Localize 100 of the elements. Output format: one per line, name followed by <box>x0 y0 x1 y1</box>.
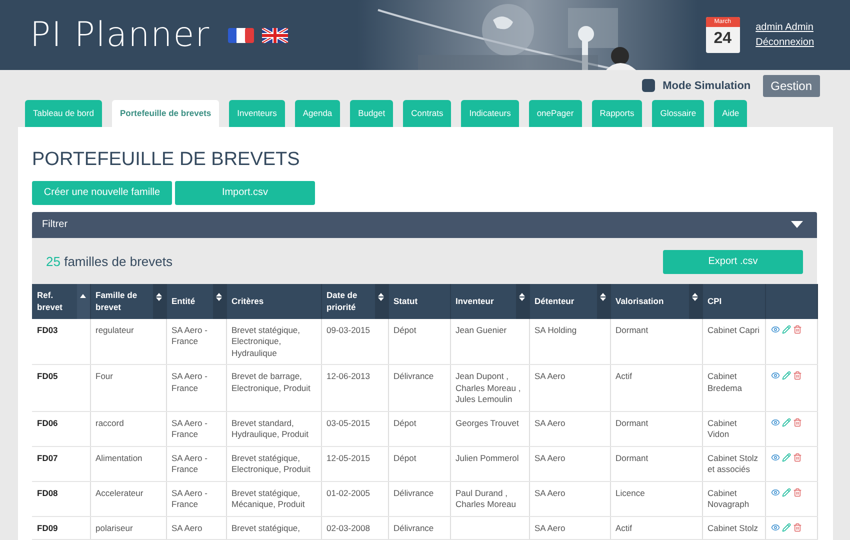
nav-tab[interactable]: Indicateurs <box>461 100 519 126</box>
table-cell: 12-05-2015 <box>321 446 388 481</box>
table-cell: Alimentation <box>90 446 166 481</box>
sort-icon[interactable] <box>216 292 222 300</box>
column-header[interactable]: Date de priorité <box>321 284 388 318</box>
table-cell: Licence <box>610 481 702 516</box>
sort-icon[interactable] <box>692 292 698 300</box>
edit-icon[interactable] <box>782 324 790 334</box>
gestion-button[interactable]: Gestion <box>762 74 820 97</box>
column-header[interactable]: Entité <box>166 284 226 318</box>
table-cell: SA Aero <box>166 516 226 540</box>
table-cell: polariseur <box>90 516 166 540</box>
table-cell: SA Aero -France <box>166 364 226 411</box>
table-cell: Four <box>90 364 166 411</box>
nav-tab[interactable]: Budget <box>350 100 394 126</box>
french-flag-icon[interactable] <box>228 28 254 42</box>
filter-bar[interactable]: Filtrer <box>32 212 817 238</box>
table-cell: 03-05-2015 <box>321 411 388 446</box>
sort-icon[interactable] <box>519 292 525 300</box>
sort-icon[interactable] <box>156 292 162 300</box>
table-cell: Actif <box>610 516 702 540</box>
filter-label: Filtrer <box>42 219 68 230</box>
column-header: Statut <box>388 284 450 318</box>
table-cell: Brevet statégique, Electronique, Produit <box>226 446 321 481</box>
page-title: PORTEFEUILLE DE BREVETS <box>32 148 301 170</box>
nav-tab[interactable]: Contrats <box>403 100 452 126</box>
table-cell: Brevet standard, Hydraulique, Produit <box>226 411 321 446</box>
table-cell: Brevet statégique, Electronique, Hydraulique <box>226 318 321 364</box>
table-cell: Dépot <box>388 446 450 481</box>
export-button[interactable]: Export .csv <box>663 250 803 274</box>
delete-icon[interactable] <box>792 522 802 532</box>
simulation-checkbox[interactable] <box>642 79 655 92</box>
sort-icon[interactable] <box>378 292 384 300</box>
column-header[interactable]: Inventeur <box>450 284 529 318</box>
table-cell: regulateur <box>90 318 166 364</box>
table-cell: Brevet statégique, Mécanique, Produit <box>226 481 321 516</box>
app-logo: PI Planner <box>30 15 210 55</box>
import-button[interactable]: Import.csv <box>175 180 315 204</box>
view-icon[interactable] <box>770 452 780 462</box>
delete-icon[interactable] <box>792 452 802 462</box>
table-cell: Jean Dupont , Charles Moreau , Jules Lemoulin <box>450 364 529 411</box>
delete-icon[interactable] <box>792 418 802 426</box>
view-icon[interactable] <box>770 488 780 496</box>
nav-tab[interactable]: Inventeurs <box>229 100 285 126</box>
table-cell: FD03 <box>32 318 90 364</box>
table-cell: FD07 <box>32 446 90 481</box>
table-cell: SA Aero <box>529 481 610 516</box>
table-cell: Jean Guenier <box>450 318 529 364</box>
column-header[interactable]: Détenteur <box>529 284 610 318</box>
table-cell: Dépot <box>388 318 450 364</box>
nav-tab[interactable]: Portefeuille de brevets <box>112 100 220 126</box>
edit-icon[interactable] <box>782 452 790 462</box>
column-header[interactable]: Valorisation <box>610 284 702 318</box>
table-cell: 12-06-2013 <box>321 364 388 411</box>
nav-tab[interactable]: Glossaire <box>652 100 704 126</box>
column-header: Critères <box>226 284 321 318</box>
column-header[interactable]: Ref. brevet <box>32 284 90 318</box>
view-icon[interactable] <box>770 418 780 426</box>
table-cell: Actif <box>610 364 702 411</box>
table-cell: FD08 <box>32 481 90 516</box>
edit-icon[interactable] <box>782 418 790 426</box>
table-cell: SA Aero -France <box>166 318 226 364</box>
sort-icon[interactable] <box>600 292 606 300</box>
table-cell: SA Aero -France <box>166 481 226 516</box>
table-cell: 02-03-2008 <box>321 516 388 540</box>
logout-link[interactable]: Déconnexion <box>756 37 814 48</box>
nav-tab[interactable]: onePager <box>528 100 582 126</box>
delete-icon[interactable] <box>792 371 802 380</box>
nav-tab[interactable]: Agenda <box>294 100 340 126</box>
british-flag-icon[interactable] <box>262 28 288 42</box>
table-cell: Dormant <box>610 318 702 364</box>
nav-tab[interactable]: Aide <box>714 100 748 126</box>
column-header[interactable]: Famille de brevet <box>90 284 166 318</box>
table-cell: Julien Pommerol <box>450 446 529 481</box>
view-icon[interactable] <box>770 324 780 334</box>
table-cell: Cabinet Capri <box>702 318 765 364</box>
table-cell: Paul Durand , Charles Moreau <box>450 481 529 516</box>
table-cell: Brevet de barrage, Electronique, Produit <box>226 364 321 411</box>
view-icon[interactable] <box>770 522 780 532</box>
table-cell: SA Aero <box>529 516 610 540</box>
delete-icon[interactable] <box>792 488 802 496</box>
table-cell: Délivrance <box>388 516 450 540</box>
table-cell: SA Aero <box>529 411 610 446</box>
table-cell: Délivrance <box>388 481 450 516</box>
table-cell: Dépot <box>388 411 450 446</box>
nav-tab[interactable]: Tableau de bord <box>25 100 102 126</box>
sort-up-icon[interactable] <box>80 292 86 300</box>
edit-icon[interactable] <box>782 522 790 532</box>
view-icon[interactable] <box>770 371 780 380</box>
table-cell: FD05 <box>32 364 90 411</box>
edit-icon[interactable] <box>782 371 790 380</box>
table-cell: Dormant <box>610 411 702 446</box>
edit-icon[interactable] <box>782 488 790 496</box>
nav-tab[interactable]: Rapports <box>592 100 642 126</box>
table-cell: Accelerateur <box>90 481 166 516</box>
table-cell: Cabinet Stolz et associés <box>702 446 765 481</box>
create-family-button[interactable]: Créer une nouvelle famille <box>32 180 172 204</box>
delete-icon[interactable] <box>792 324 802 334</box>
user-link[interactable]: admin Admin <box>756 22 814 33</box>
table-cell: SA Aero -France <box>166 446 226 481</box>
